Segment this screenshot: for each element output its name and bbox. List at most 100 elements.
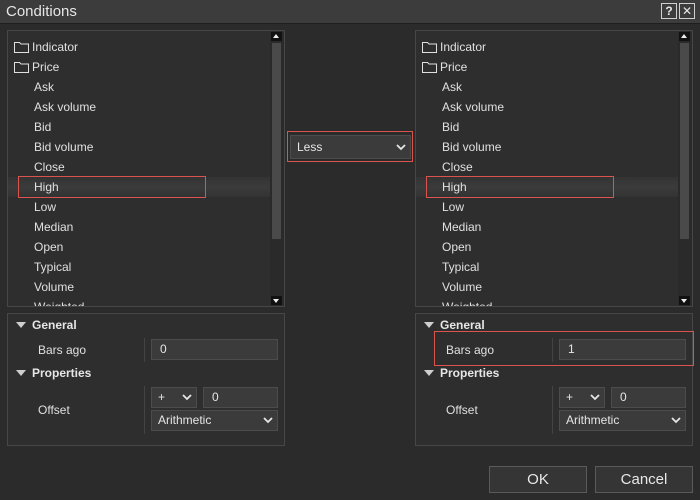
tree-item-label: Bid volume bbox=[34, 140, 94, 154]
tree-item[interactable]: Volume bbox=[416, 277, 678, 297]
general-label: General bbox=[440, 318, 485, 332]
left-properties-panel: General Bars ago 0 Properties Offset + 0… bbox=[7, 313, 285, 446]
tree-item[interactable]: Ask volume bbox=[8, 97, 270, 117]
tree-item-label: Ask volume bbox=[34, 100, 97, 114]
tree-item-label: Ask volume bbox=[442, 100, 505, 114]
right-tree-scrollbar[interactable] bbox=[678, 31, 692, 306]
scroll-thumb[interactable] bbox=[680, 43, 689, 239]
tree-item-label: Median bbox=[442, 220, 482, 234]
scroll-down-arrow-icon[interactable] bbox=[271, 296, 282, 305]
bars-ago-input[interactable]: 0 bbox=[151, 339, 278, 360]
tree-item[interactable]: Bid bbox=[416, 117, 678, 137]
tree-item-label: Low bbox=[34, 200, 57, 214]
tree-item[interactable]: Low bbox=[8, 197, 270, 217]
tree-item[interactable]: Close bbox=[416, 157, 678, 177]
close-button[interactable]: ✕ bbox=[679, 3, 695, 19]
folder-icon bbox=[422, 62, 437, 73]
tree-item-label: Low bbox=[442, 200, 465, 214]
tree-item[interactable]: Indicator bbox=[8, 37, 270, 57]
tree-item[interactable]: Open bbox=[416, 237, 678, 257]
collapse-triangle-icon bbox=[16, 322, 26, 328]
offset-type-select[interactable]: Arithmetic bbox=[151, 410, 278, 431]
scroll-up-arrow-icon[interactable] bbox=[679, 32, 690, 41]
collapse-triangle-icon bbox=[16, 370, 26, 376]
tree-item[interactable]: Typical bbox=[8, 257, 270, 277]
tree-item[interactable]: Ask bbox=[416, 77, 678, 97]
tree-item[interactable]: Open bbox=[8, 237, 270, 257]
offset-sign-select[interactable]: + bbox=[559, 387, 605, 408]
tree-item-label: Volume bbox=[34, 280, 75, 294]
general-section-header[interactable]: General bbox=[8, 314, 284, 336]
tree-item[interactable]: Bid bbox=[8, 117, 270, 137]
tree-item[interactable]: Low bbox=[416, 197, 678, 217]
properties-section-header[interactable]: Properties bbox=[8, 362, 284, 384]
scroll-down-arrow-icon[interactable] bbox=[679, 296, 690, 305]
offset-label: Offset bbox=[446, 403, 478, 417]
left-price-tree[interactable]: Weighted Volume Typical Open Median Low High Cl… bbox=[7, 30, 285, 307]
tree-item[interactable]: Bid volume bbox=[416, 137, 678, 157]
tree-item-label: Open bbox=[442, 240, 472, 254]
tree-item[interactable]: Ask volume bbox=[416, 97, 678, 117]
column-divider bbox=[144, 338, 145, 362]
offset-sign-select[interactable]: + bbox=[151, 387, 197, 408]
tree-item-label: Indicator bbox=[32, 40, 79, 54]
offset-sign-value: + bbox=[566, 390, 574, 404]
chevron-down-icon bbox=[590, 394, 600, 401]
tree-item-label: Open bbox=[34, 240, 64, 254]
tree-item-label: Close bbox=[34, 160, 65, 174]
tree-item-label: Price bbox=[32, 60, 60, 74]
folder-icon bbox=[422, 42, 437, 53]
tree-item[interactable]: Close bbox=[8, 157, 270, 177]
tree-item-label: Indicator bbox=[440, 40, 487, 54]
selection-highlight bbox=[18, 176, 206, 198]
tree-item[interactable]: Weighted bbox=[416, 297, 678, 307]
offset-type-value: Arithmetic bbox=[566, 413, 620, 427]
tree-item[interactable]: High bbox=[416, 176, 678, 198]
tree-item-label: Ask bbox=[442, 80, 463, 94]
tree-item-label: Typical bbox=[442, 260, 480, 274]
right-price-tree[interactable]: Weighted Volume Typical Open Median Low High Cl… bbox=[415, 30, 693, 307]
tree-item-label: Bid volume bbox=[442, 140, 502, 154]
tree-item-label: Close bbox=[442, 160, 473, 174]
tree-item[interactable]: Median bbox=[416, 217, 678, 237]
collapse-triangle-icon bbox=[424, 322, 434, 328]
offset-label: Offset bbox=[38, 403, 70, 417]
chevron-down-icon bbox=[671, 417, 681, 424]
tree-item[interactable]: Median bbox=[8, 217, 270, 237]
tree-item-label: Volume bbox=[442, 280, 483, 294]
cancel-button[interactable]: Cancel bbox=[595, 466, 693, 493]
title-bar: Conditions ? ✕ bbox=[0, 0, 700, 24]
scroll-up-arrow-icon[interactable] bbox=[271, 32, 282, 41]
tree-item[interactable]: Weighted bbox=[8, 297, 270, 307]
folder-icon bbox=[14, 62, 29, 73]
scroll-thumb[interactable] bbox=[272, 43, 281, 239]
tree-item-label: Bid bbox=[34, 120, 52, 134]
tree-item[interactable]: Typical bbox=[416, 257, 678, 277]
tree-item-label: Weighted bbox=[442, 300, 493, 307]
tree-item-label: Typical bbox=[34, 260, 72, 274]
tree-item-label: Weighted bbox=[34, 300, 85, 307]
tree-item-label: Median bbox=[34, 220, 74, 234]
tree-item-label: Price bbox=[440, 60, 468, 74]
offset-value-input[interactable]: 0 bbox=[203, 387, 278, 408]
tree-item[interactable]: Bid volume bbox=[8, 137, 270, 157]
tree-item-label: Bid bbox=[442, 120, 460, 134]
tree-item[interactable]: Price bbox=[8, 57, 270, 77]
tree-item[interactable]: High bbox=[8, 176, 270, 198]
folder-icon bbox=[14, 42, 29, 53]
tree-item[interactable]: Price bbox=[416, 57, 678, 77]
tree-item[interactable]: Ask bbox=[8, 77, 270, 97]
column-divider bbox=[552, 386, 553, 434]
tree-item[interactable]: Volume bbox=[8, 277, 270, 297]
offset-value-input[interactable]: 0 bbox=[611, 387, 686, 408]
ok-button[interactable]: OK bbox=[489, 466, 587, 493]
selection-highlight bbox=[426, 176, 614, 198]
left-tree-scrollbar[interactable] bbox=[270, 31, 284, 306]
tree-item[interactable]: Indicator bbox=[416, 37, 678, 57]
properties-label: Properties bbox=[32, 366, 92, 380]
chevron-down-icon bbox=[182, 394, 192, 401]
tree-item-label: Ask bbox=[34, 80, 55, 94]
help-button[interactable]: ? bbox=[661, 3, 677, 19]
bars-ago-label: Bars ago bbox=[38, 343, 87, 357]
offset-type-select[interactable]: Arithmetic bbox=[559, 410, 686, 431]
